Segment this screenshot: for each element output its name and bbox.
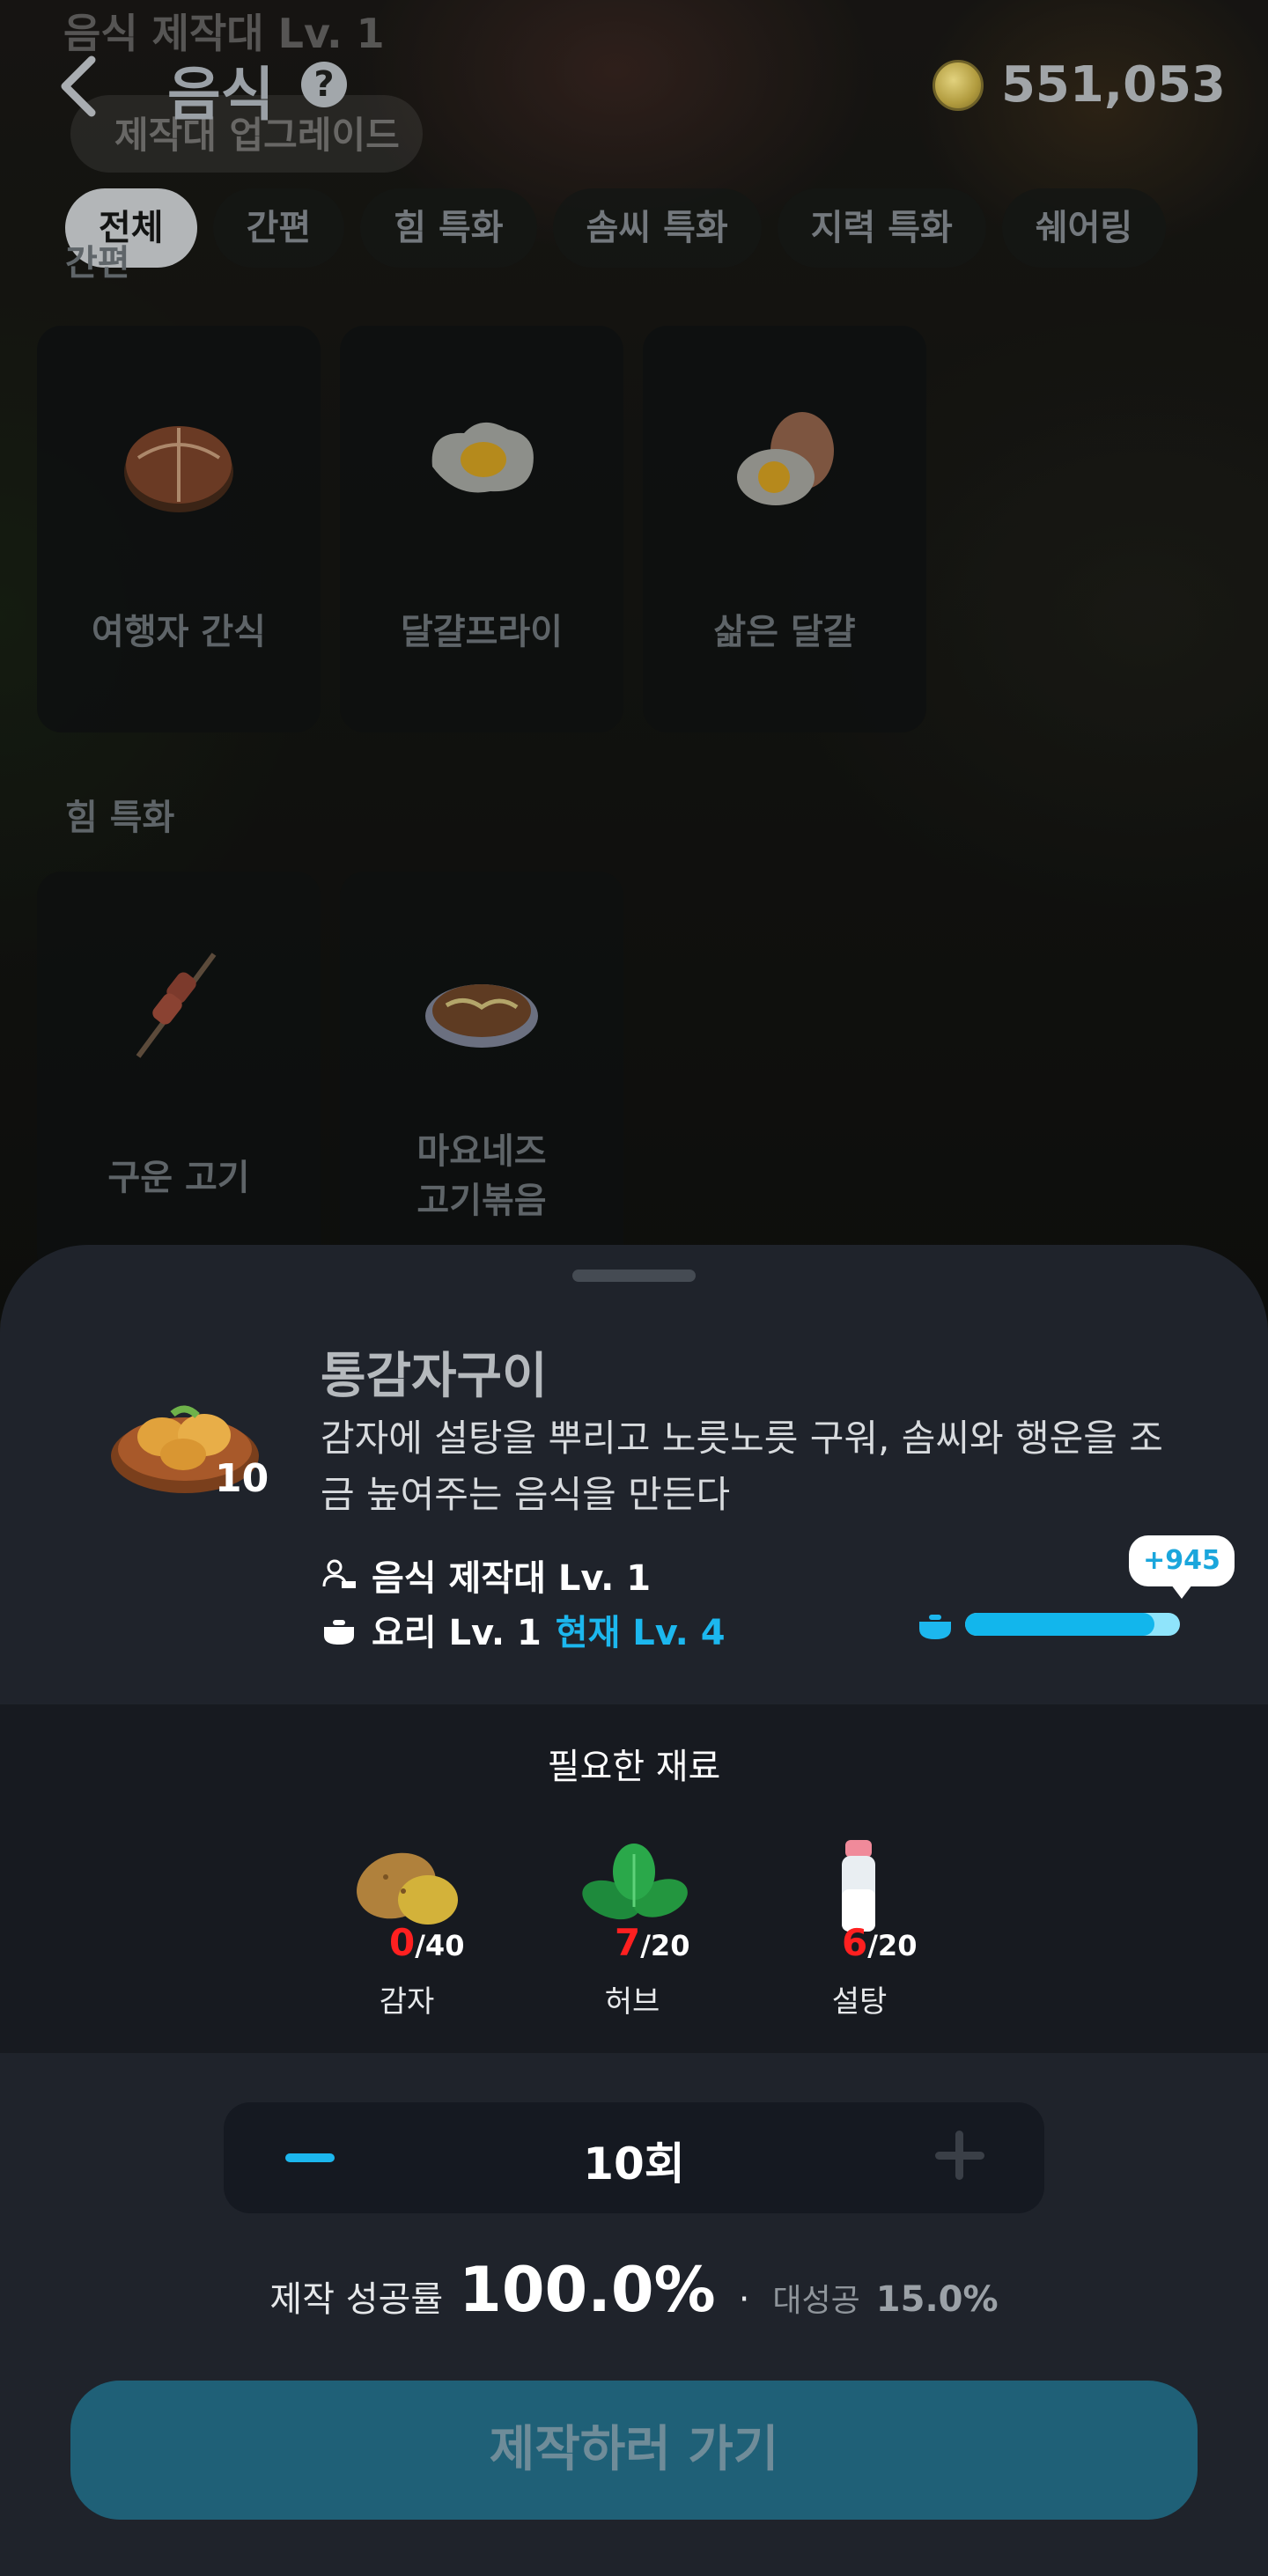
card-name: 여행자 간식 <box>92 612 266 652</box>
quantity-value: 10회 <box>583 2138 685 2190</box>
recipe-card[interactable]: 구운 고기 <box>37 872 321 1278</box>
material-have: 0 <box>389 1921 416 1964</box>
increase-button[interactable] <box>935 2129 988 2182</box>
grilled-meat-icon <box>136 953 217 1058</box>
material-item[interactable]: 7/20 허브 <box>544 1836 720 2020</box>
material-need: /20 <box>640 1929 690 1962</box>
recipe-quantity: 10 <box>215 1456 269 1501</box>
material-have: 6 <box>842 1921 868 1964</box>
recipe-bottom-sheet: 10 통감자구이 감자에 설탕을 뿌리고 노릇노릇 구워, 솜씨와 행운을 조금… <box>0 1245 1268 2576</box>
material-count: 7/20 <box>615 1921 689 1964</box>
material-name: 설탕 <box>831 1984 888 2020</box>
tab-dexterity[interactable]: 솜씨 특화 <box>552 188 762 268</box>
material-name: 허브 <box>604 1984 660 2020</box>
traveler-snack-icon <box>124 426 233 512</box>
help-icon[interactable]: ? <box>301 62 347 107</box>
page-title: 음식 <box>167 61 275 129</box>
xp-gain-tooltip: +945 <box>1129 1535 1235 1599</box>
coin-icon <box>932 59 984 111</box>
tab-strength[interactable]: 힘 특화 <box>360 188 537 268</box>
material-name: 감자 <box>379 1984 435 2020</box>
recipe-card[interactable]: 마요네즈 고기볶음 <box>340 872 623 1278</box>
card-name: 마요네즈 고기볶음 <box>417 1131 547 1221</box>
tab-sharing[interactable]: 쉐어링 <box>1001 188 1167 268</box>
mayo-stir-fry-icon <box>425 984 538 1048</box>
station-requirement-text: 음식 제작대 Lv. 1 <box>372 1558 652 1599</box>
material-count: 0/40 <box>389 1921 464 1964</box>
sheet-drag-handle[interactable] <box>572 1270 696 1282</box>
recipe-card[interactable]: 여행자 간식 <box>37 326 321 732</box>
recipe-card[interactable]: 달걀프라이 <box>340 326 623 732</box>
cooking-xp-icon <box>919 1615 951 1639</box>
card-name: 구운 고기 <box>107 1158 250 1198</box>
back-button[interactable] <box>53 51 106 121</box>
section-label-strength: 힘 특화 <box>65 798 175 838</box>
recipe-description: 감자에 설탕을 뿌리고 노릇노릇 구워, 솜씨와 행운을 조금 높여주는 음식을… <box>321 1417 1163 1516</box>
material-item[interactable]: 0/40 감자 <box>319 1836 495 2020</box>
go-craft-button[interactable]: 제작하러 가기 <box>70 2381 1198 2520</box>
recipe-card[interactable]: 삶은 달걀 <box>643 326 926 732</box>
cooking-xp-fill <box>965 1613 1154 1636</box>
recipe-name: 통감자구이 <box>321 1348 548 1405</box>
great-success-value: 15.0% <box>875 2279 999 2320</box>
cooking-requirement-text: 요리 Lv. 1 <box>372 1613 542 1653</box>
current-cooking-level: 현재 Lv. 4 <box>555 1613 726 1653</box>
cooking-xp-bar <box>965 1613 1180 1636</box>
tab-intelligence[interactable]: 지력 특화 <box>777 188 986 268</box>
card-name: 달걀프라이 <box>401 612 563 652</box>
coin-amount: 551,053 <box>1000 56 1226 114</box>
category-tabs: 전체 간편 힘 특화 솜씨 특화 지력 특화 쉐어링 <box>65 188 1167 268</box>
material-item[interactable]: 6/20 설탕 <box>771 1836 947 2020</box>
material-count: 6/20 <box>842 1921 917 1964</box>
station-requirement: 음식 제작대 Lv. 1 <box>321 1549 651 1601</box>
section-label-simple: 간편 <box>65 243 130 283</box>
materials-panel: 필요한 재료 0/40 감자 7/20 허브 6/20 설탕 <box>0 1704 1268 2053</box>
workbench-icon <box>322 1559 356 1588</box>
material-need: /20 <box>867 1929 918 1962</box>
separator-dot: · <box>738 2279 750 2320</box>
success-rate-label: 제작 성공률 <box>269 2279 444 2320</box>
cooking-pot-icon <box>324 1620 354 1645</box>
card-name: 삶은 달걀 <box>713 612 856 652</box>
cooking-requirement: 요리 Lv. 1 현재 Lv. 4 <box>321 1604 726 1655</box>
tab-simple[interactable]: 간편 <box>212 188 345 268</box>
fried-egg-icon <box>431 422 534 493</box>
quantity-stepper: 10회 <box>224 2102 1044 2213</box>
materials-title: 필요한 재료 <box>547 1747 721 1787</box>
coin-balance: 551,053 <box>932 56 1226 114</box>
success-rate-row: 제작 성공률 100.0% · 대성공 15.0% <box>0 2254 1268 2326</box>
chevron-left-icon <box>61 55 96 117</box>
material-need: /40 <box>415 1929 465 1962</box>
material-have: 7 <box>615 1921 641 1964</box>
great-success-label: 대성공 <box>772 2283 860 2319</box>
success-rate-value: 100.0% <box>459 2254 716 2326</box>
boiled-egg-icon <box>737 412 834 505</box>
